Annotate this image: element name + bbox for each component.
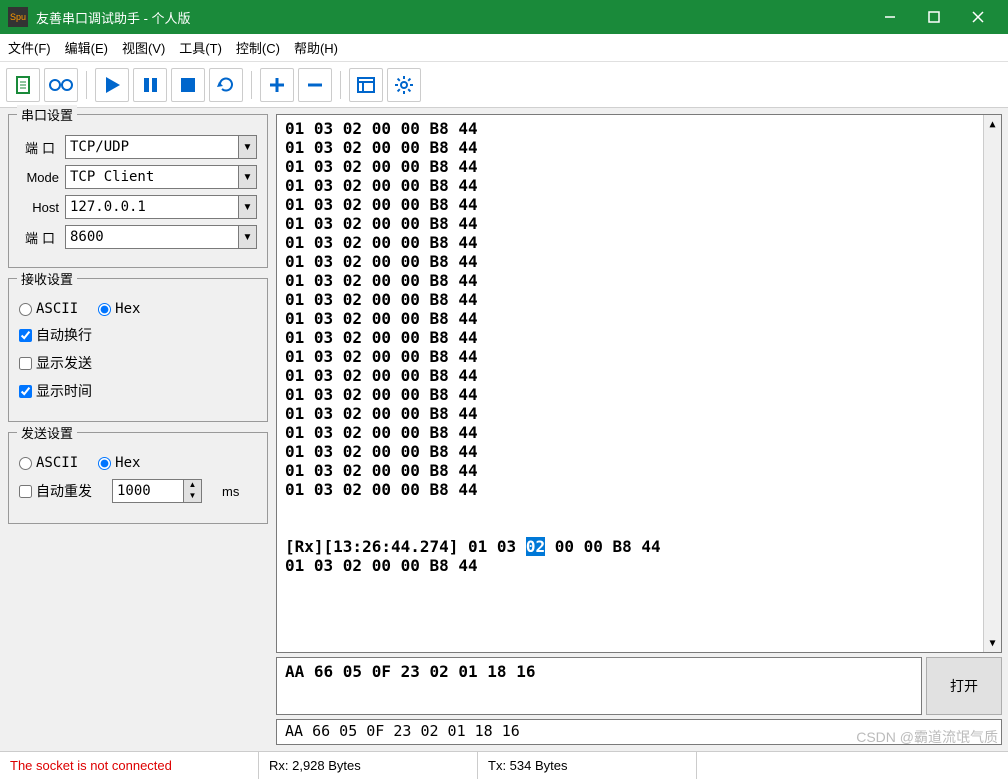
menu-edit[interactable]: 编辑(E): [65, 38, 108, 57]
auto-wrap-check[interactable]: 自动换行: [19, 325, 92, 345]
separator: [340, 71, 341, 99]
recv-settings-group: 接收设置 ASCII Hex 自动换行 显示发送 显示时间: [8, 278, 268, 422]
record-icon[interactable]: [44, 68, 78, 102]
recv-ascii-radio[interactable]: ASCII: [19, 301, 78, 317]
plus-icon[interactable]: [260, 68, 294, 102]
menu-help[interactable]: 帮助(H): [294, 38, 338, 57]
port-number-select[interactable]: ▼: [65, 225, 257, 249]
stop-icon[interactable]: [171, 68, 205, 102]
status-error: The socket is not connected: [0, 752, 259, 779]
spin-up-icon[interactable]: ▲: [183, 480, 201, 491]
mode-label: Mode: [19, 170, 59, 185]
status-tx: Tx: 534 Bytes: [477, 752, 697, 779]
minus-icon[interactable]: [298, 68, 332, 102]
group-legend: 接收设置: [17, 269, 77, 288]
minimize-button[interactable]: [868, 0, 912, 34]
recv-hex-radio[interactable]: Hex: [98, 301, 140, 317]
spin-down-icon[interactable]: ▼: [183, 491, 201, 502]
separator: [251, 71, 252, 99]
auto-resend-check[interactable]: 自动重发: [19, 481, 92, 501]
statusbar: The socket is not connected Rx: 2,928 By…: [0, 751, 1008, 779]
chevron-down-icon: ▼: [238, 166, 256, 188]
scroll-down-icon[interactable]: ▼: [984, 634, 1001, 652]
mode-select[interactable]: ▼: [65, 165, 257, 189]
port-label: 端口: [19, 138, 59, 157]
port-select[interactable]: ▼: [65, 135, 257, 159]
scroll-up-icon[interactable]: ▲: [984, 115, 1001, 133]
receive-textarea[interactable]: 01 03 02 00 00 B8 44 01 03 02 00 00 B8 4…: [276, 114, 1002, 653]
separator: [86, 71, 87, 99]
send-textarea[interactable]: AA 66 05 0F 23 02 01 18 16: [276, 657, 922, 715]
play-icon[interactable]: [95, 68, 129, 102]
serial-settings-group: 串口设置 端口 ▼ Mode ▼ Host ▼ 端口 ▼: [8, 114, 268, 268]
send-input[interactable]: AA 66 05 0F 23 02 01 18 16: [276, 719, 1002, 745]
open-button[interactable]: 打开: [926, 657, 1002, 715]
menu-control[interactable]: 控制(C): [236, 38, 280, 57]
send-hex-radio[interactable]: Hex: [98, 455, 140, 471]
close-button[interactable]: [956, 0, 1000, 34]
status-rx: Rx: 2,928 Bytes: [258, 752, 478, 779]
right-panel: 01 03 02 00 00 B8 44 01 03 02 00 00 B8 4…: [276, 108, 1008, 751]
interval-spinner[interactable]: ▲▼: [112, 479, 202, 503]
toolbar: [0, 62, 1008, 108]
show-time-check[interactable]: 显示时间: [19, 381, 92, 401]
host-label: Host: [19, 200, 59, 215]
window-title: 友善串口调试助手 - 个人版: [36, 8, 868, 27]
group-legend: 发送设置: [17, 423, 77, 442]
window-icon[interactable]: [349, 68, 383, 102]
chevron-down-icon: ▼: [238, 196, 256, 218]
menubar: 文件(F) 编辑(E) 视图(V) 工具(T) 控制(C) 帮助(H): [0, 34, 1008, 62]
chevron-down-icon: ▼: [238, 136, 256, 158]
port2-label: 端口: [19, 228, 59, 247]
menu-file[interactable]: 文件(F): [8, 38, 51, 57]
send-settings-group: 发送设置 ASCII Hex 自动重发 ▲▼ ms: [8, 432, 268, 524]
app-icon: Spu: [8, 7, 28, 27]
chevron-down-icon: ▼: [238, 226, 256, 248]
scrollbar[interactable]: ▲▼: [983, 115, 1001, 652]
pause-icon[interactable]: [133, 68, 167, 102]
maximize-button[interactable]: [912, 0, 956, 34]
menu-tools[interactable]: 工具(T): [179, 38, 222, 57]
menu-view[interactable]: 视图(V): [122, 38, 165, 57]
send-ascii-radio[interactable]: ASCII: [19, 455, 78, 471]
gear-icon[interactable]: [387, 68, 421, 102]
document-icon[interactable]: [6, 68, 40, 102]
titlebar: Spu 友善串口调试助手 - 个人版: [0, 0, 1008, 34]
host-select[interactable]: ▼: [65, 195, 257, 219]
refresh-icon[interactable]: [209, 68, 243, 102]
left-panel: 串口设置 端口 ▼ Mode ▼ Host ▼ 端口 ▼ 接收设置 ASCII: [0, 108, 276, 751]
ms-label: ms: [222, 484, 239, 499]
group-legend: 串口设置: [17, 105, 77, 124]
show-send-check[interactable]: 显示发送: [19, 353, 92, 373]
